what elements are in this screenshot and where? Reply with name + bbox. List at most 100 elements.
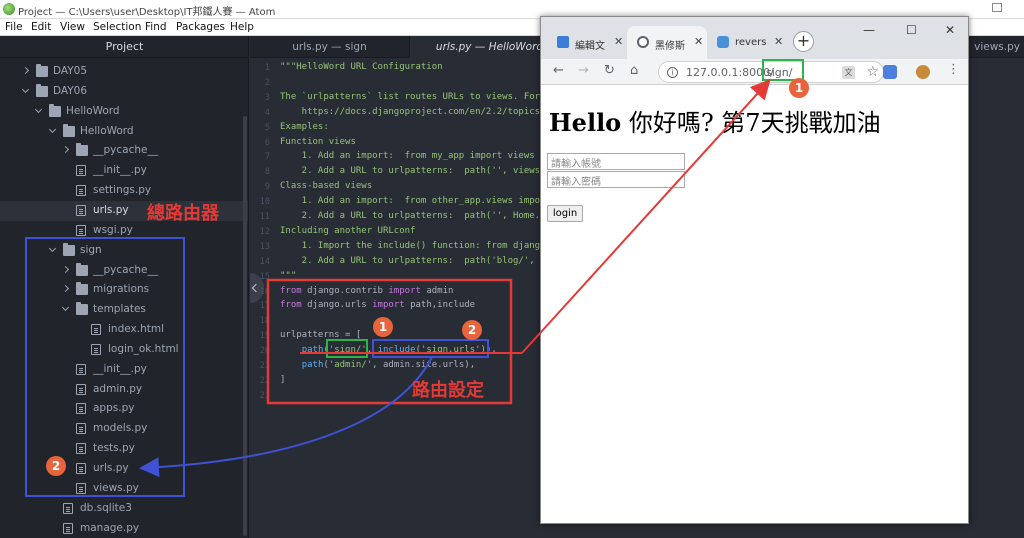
tree-item[interactable]: views.py [0,479,248,499]
tree-item-label: __pycache__ [93,263,158,276]
main-router-annotation: 總路由器 [147,203,219,224]
menu-view[interactable]: View [60,21,85,33]
tree-item[interactable]: sign [0,241,248,261]
tree-item[interactable]: __init__.py [0,161,248,181]
file-icon [76,443,86,455]
menu-selection[interactable]: Selection [93,21,141,33]
tree-item[interactable]: __init__.py [0,360,248,380]
tree-item[interactable]: HelloWord [0,122,248,142]
tree-item[interactable]: index.html [0,320,248,340]
chevron-right-icon[interactable] [22,67,30,75]
line-number: 11 [259,212,270,222]
restore-window-icon[interactable] [992,3,1002,12]
username-input[interactable]: 請輸入帳號 [547,153,685,170]
browser-tab-active[interactable]: 黑修斯 ✕ [627,26,707,59]
tree-item[interactable]: db.sqlite3 [0,499,248,519]
menu-kebab-icon[interactable]: ⋮ [947,62,960,77]
chevron-down-icon[interactable] [62,305,70,313]
page-heading: Hello 你好嗎? 第7天挑戰加油 [549,103,881,138]
tree-item-label: settings.py [93,184,152,197]
menu-find[interactable]: Find [145,21,167,33]
tree-item[interactable]: __pycache__ [0,261,248,281]
maximize-icon[interactable]: ☐ [906,23,917,37]
code-line: Examples: [280,122,329,132]
menu-edit[interactable]: Edit [31,21,51,33]
tree-item[interactable]: DAY05 [0,62,248,82]
code-line: 2. Add a URL to urlpatterns: path('', vi… [280,166,540,176]
line-number: 8 [264,167,270,178]
code-token: 2. Add a URL to urlpatterns: path('blog/… [280,255,541,266]
back-arrow-icon[interactable]: ← [553,63,564,78]
line-number: 17 [259,301,270,312]
code-token: admin [420,285,454,296]
tree-item[interactable]: DAY06 [0,82,248,102]
file-icon [63,502,73,514]
url-path: sign/ [766,66,793,79]
password-input[interactable]: 請輸入密碼 [547,171,685,188]
tree-item[interactable]: urls.py [0,459,248,479]
code-line: 1. Add an import: from my_app import vie… [280,151,535,161]
bookmark-star-icon[interactable]: ☆ [866,64,879,80]
line-number: 6 [264,137,270,148]
chevron-down-icon[interactable] [22,87,30,95]
chevron-right-icon[interactable] [62,285,70,293]
file-icon [76,423,86,435]
tree-header: Project [0,36,248,58]
chevron-down-icon[interactable] [35,107,43,115]
browser-tab-reverse[interactable]: revers ✕ [707,26,787,59]
tree-item[interactable]: apps.py [0,399,248,419]
chevron-right-icon[interactable] [62,146,70,154]
code-token: path [301,360,324,370]
menu-help[interactable]: Help [230,21,254,33]
forward-arrow-icon[interactable]: → [578,63,589,78]
project-tree: Project DAY05 DAY06 HelloWord HelloWord __py… [0,36,249,538]
code-line: path('admin/', admin.site.urls), [280,360,475,370]
close-tab-icon[interactable]: ✕ [774,35,783,48]
close-tab-icon[interactable]: ✕ [614,35,623,48]
tree-item[interactable]: migrations [0,280,248,300]
chevron-down-icon[interactable] [49,246,57,254]
login-button[interactable]: login [547,205,583,222]
tree-item[interactable]: admin.py [0,380,248,400]
tree-item[interactable]: __pycache__ [0,141,248,161]
code-token: 2. Add a URL to urlpatterns: path('', Ho… [280,211,541,221]
tree-item[interactable]: manage.py [0,519,248,538]
code-token: , admin.site.urls), [372,360,476,370]
line-number: 13 [259,241,270,252]
browser-tab-editor[interactable]: 編輯文 ✕ [547,26,627,59]
tree-item-label: DAY06 [53,84,88,97]
line-number: 22 [259,375,270,386]
tree-item-label: __init__.py [93,362,147,375]
new-tab-button[interactable]: + [793,31,814,52]
home-icon[interactable]: ⌂ [630,63,638,78]
code-token: include [377,345,416,356]
menu-packages[interactable]: Packages [176,21,225,33]
translate-icon[interactable]: 文 [842,66,855,79]
badge-2-code: 2 [462,320,482,340]
chevron-right-icon[interactable] [62,266,70,274]
reload-icon[interactable]: ↻ [604,63,615,78]
extension-translate-icon[interactable] [883,65,897,79]
badge-1-url: 1 [789,78,809,98]
address-bar[interactable]: i 127.0.0.1:8000/ sign/ 文 ☆ [658,61,884,83]
tree-item[interactable]: tests.py [0,439,248,459]
tree-item[interactable]: models.py [0,419,248,439]
site-info-icon[interactable]: i [667,67,678,78]
code-line: from django.urls import path,include [280,300,475,310]
tree-item[interactable]: templates [0,300,248,320]
tab-urls-sign[interactable]: urls.py — sign [250,36,410,58]
tree-item[interactable]: login_ok.html [0,340,248,360]
profile-avatar[interactable] [916,65,930,79]
folder-icon [49,103,61,117]
menu-file[interactable]: File [5,21,23,33]
screen: Project — C:\Users\user\Desktop\IT邦鐵人賽 —… [0,0,1024,538]
tree-scrollbar[interactable] [243,116,247,536]
tree-item[interactable]: HelloWord [0,102,248,122]
tree-item-label: db.sqlite3 [80,501,132,514]
minimize-icon[interactable]: — [863,23,875,37]
chevron-down-icon[interactable] [49,127,57,135]
code-token: https://docs.djangoproject.com/en/2.2/to… [280,106,541,117]
code-line: 1. Import the include() function: from d… [280,241,540,251]
close-tab-icon[interactable]: ✕ [694,35,703,48]
close-window-icon[interactable]: ✕ [945,23,955,37]
